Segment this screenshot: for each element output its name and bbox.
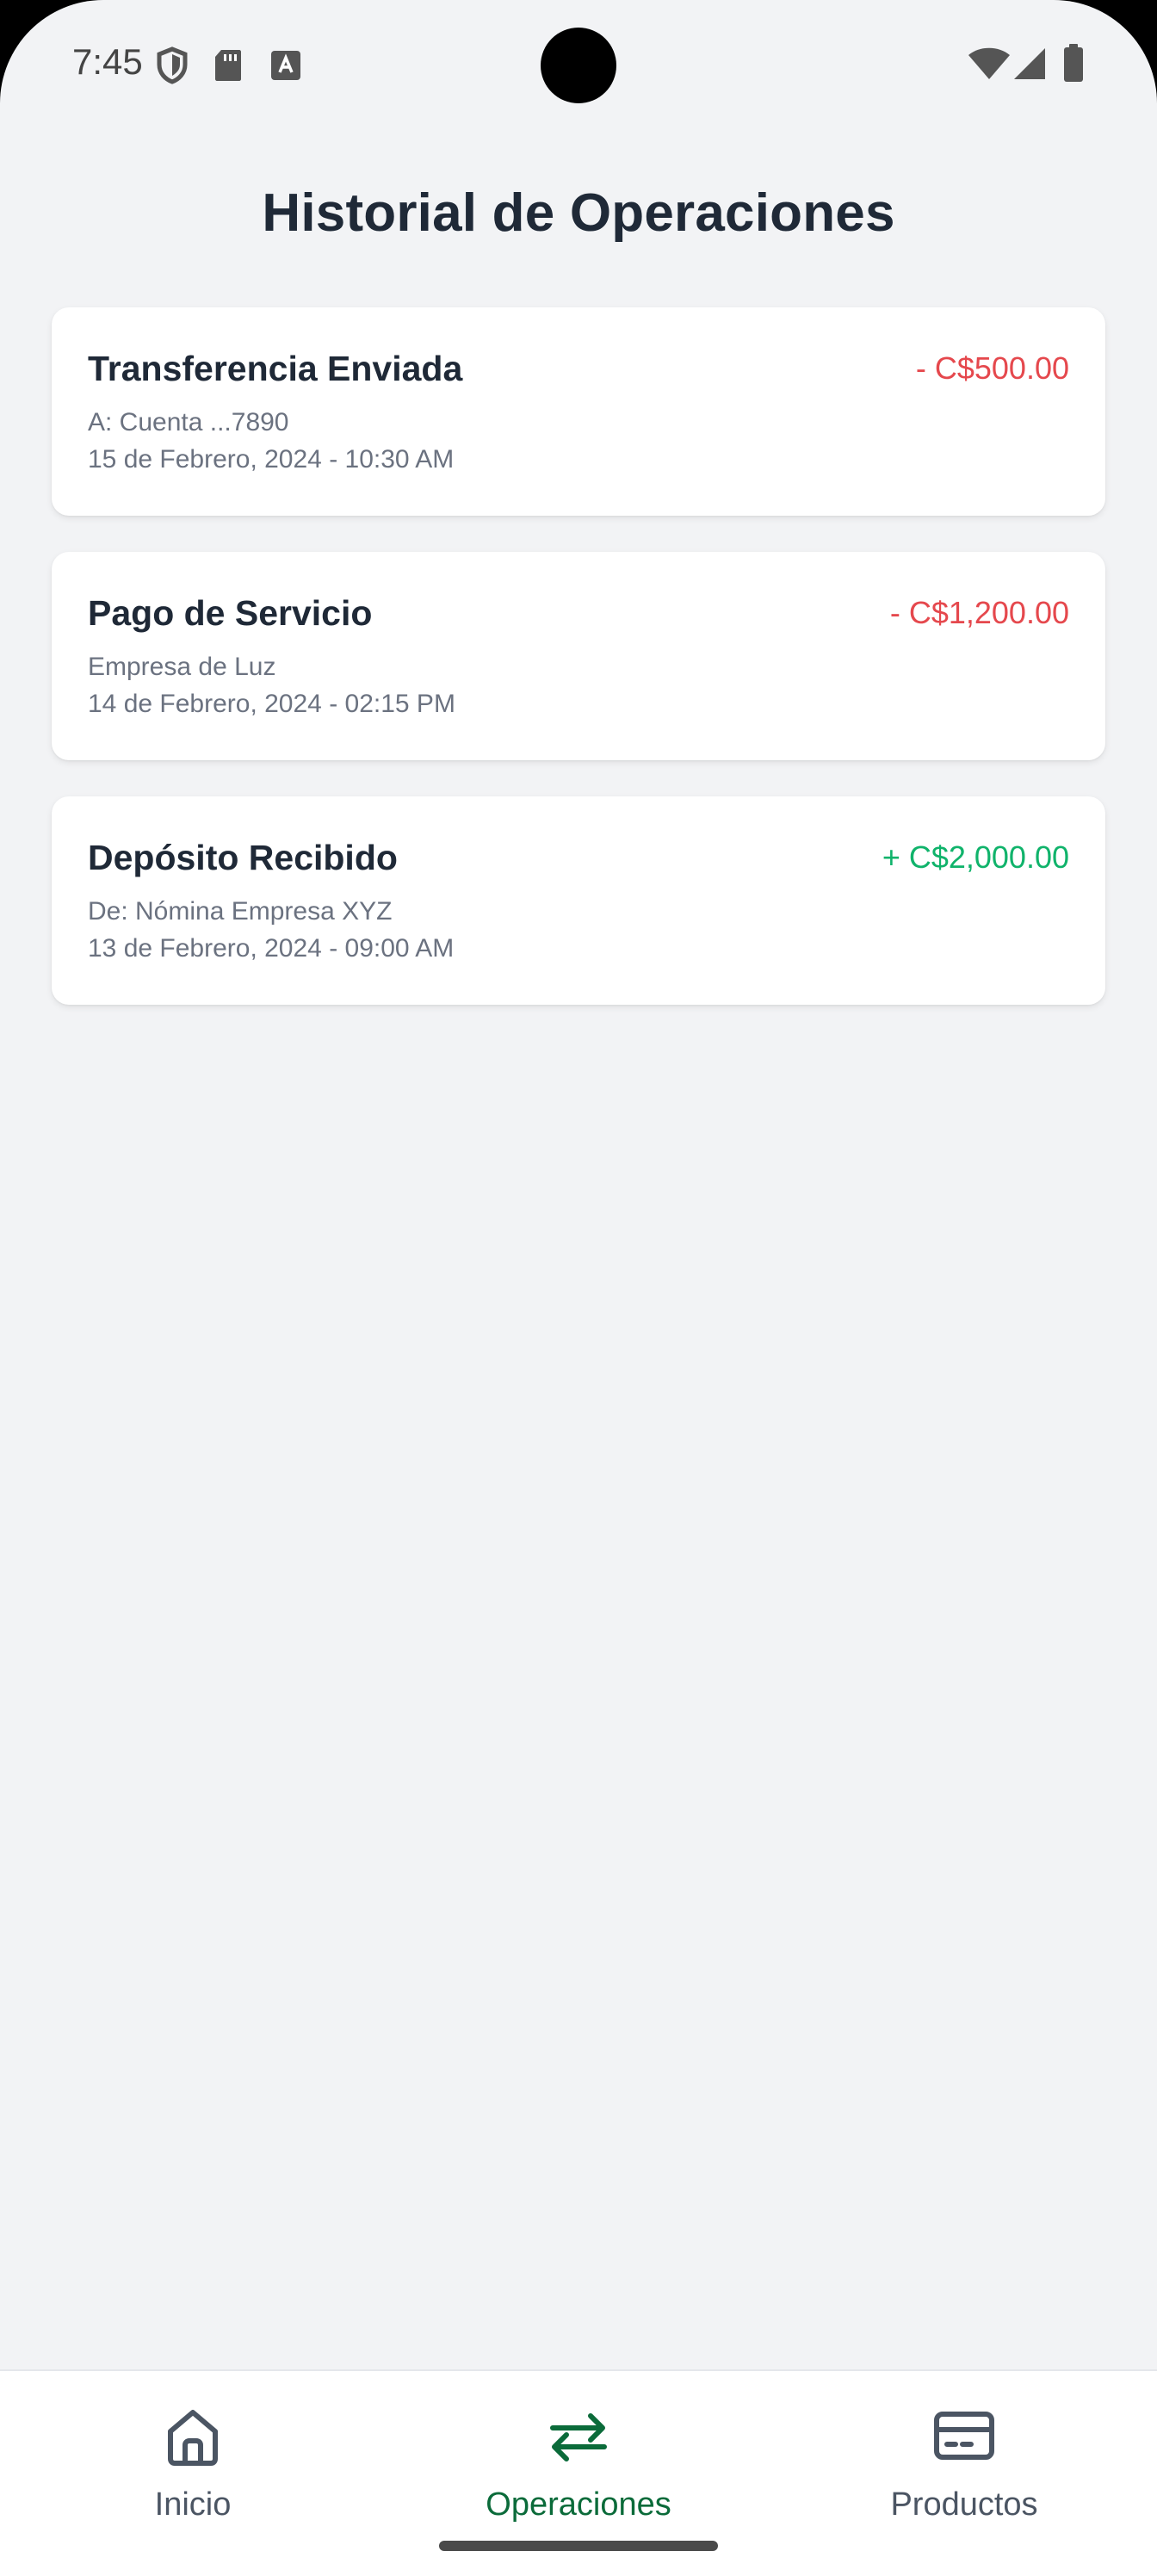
transaction-date: 14 de Febrero, 2024 - 02:15 PM — [88, 690, 455, 718]
transaction-detail: Empresa de Luz — [88, 653, 276, 681]
wifi-icon — [968, 47, 1010, 79]
nav-item-operaciones[interactable]: Operaciones — [386, 2371, 771, 2561]
battery-icon — [1064, 44, 1083, 82]
nav-label-productos: Productos — [890, 2486, 1038, 2523]
transaction-card[interactable]: Transferencia Enviada - C$500.00 A: Cuen… — [52, 307, 1105, 516]
transaction-title: Transferencia Enviada — [88, 349, 463, 388]
app-screen: 7:45 Historial de Operaciones Transferen… — [0, 0, 1157, 2576]
card-icon — [934, 2412, 994, 2460]
signal-icon — [1014, 48, 1045, 79]
transfer-arrows-icon — [550, 2413, 607, 2461]
sd-card-icon — [215, 50, 241, 81]
page-title: Historial de Operaciones — [262, 183, 895, 243]
transaction-date: 15 de Febrero, 2024 - 10:30 AM — [88, 445, 455, 474]
nav-label-inicio: Inicio — [154, 2486, 232, 2523]
transaction-detail: De: Nómina Empresa XYZ — [88, 897, 393, 926]
nav-label-operaciones: Operaciones — [486, 2486, 671, 2523]
nav-item-inicio[interactable]: Inicio — [0, 2371, 386, 2561]
transaction-amount: + C$2,000.00 — [882, 839, 1069, 875]
transaction-title: Pago de Servicio — [88, 593, 373, 633]
transaction-card[interactable]: Depósito Recibido + C$2,000.00 De: Nómin… — [52, 796, 1105, 1005]
transaction-date: 13 de Febrero, 2024 - 09:00 AM — [88, 934, 455, 963]
transaction-card[interactable]: Pago de Servicio - C$1,200.00 Empresa de… — [52, 552, 1105, 760]
transaction-title: Depósito Recibido — [88, 838, 398, 877]
home-icon — [168, 2410, 218, 2466]
shield-icon — [157, 46, 188, 84]
status-bar: 7:45 — [0, 0, 1157, 129]
status-time: 7:45 — [72, 41, 143, 82]
home-indicator[interactable] — [439, 2541, 718, 2551]
nav-item-productos[interactable]: Productos — [771, 2371, 1157, 2561]
transaction-detail: A: Cuenta ...7890 — [88, 408, 289, 437]
font-icon — [271, 51, 300, 80]
transaction-amount: - C$1,200.00 — [889, 595, 1069, 630]
transaction-amount: - C$500.00 — [915, 350, 1069, 386]
transaction-list: Transferencia Enviada - C$500.00 A: Cuen… — [52, 307, 1105, 1041]
front-camera — [541, 28, 616, 103]
